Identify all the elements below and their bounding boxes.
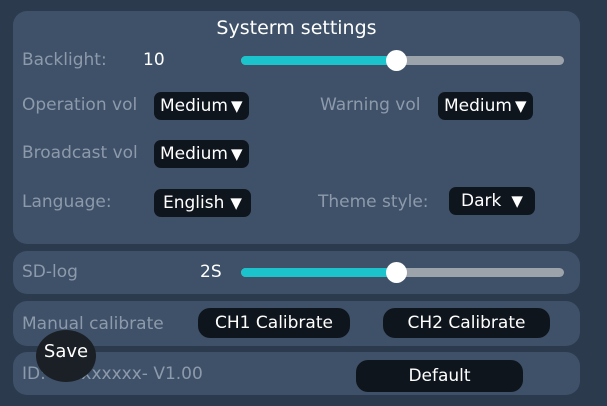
language-label: Language: (22, 192, 112, 212)
sd-log-panel: SD-log 2S (13, 251, 580, 294)
backlight-value: 10 (143, 50, 165, 70)
sd-log-slider-fill (241, 268, 397, 277)
operation-vol-dropdown[interactable]: Medium ▼ (154, 92, 249, 120)
chevron-down-icon: ▼ (514, 97, 527, 115)
chevron-down-icon: ▼ (230, 145, 243, 163)
calibrate-panel: Manual calibrate CH1 Calibrate CH2 Calib… (13, 301, 580, 346)
warning-vol-value: Medium (444, 96, 512, 116)
backlight-slider-handle[interactable] (386, 50, 408, 71)
sd-log-label: SD-log (22, 262, 78, 282)
sd-log-slider-handle[interactable] (386, 262, 408, 283)
ch1-calibrate-button[interactable]: CH1 Calibrate (198, 308, 350, 338)
backlight-label: Backlight: (22, 50, 107, 70)
operation-vol-value: Medium (160, 96, 228, 116)
save-button[interactable]: Save (36, 330, 96, 382)
broadcast-vol-dropdown[interactable]: Medium ▼ (154, 140, 249, 168)
version-panel: ID: xxxxxxxxx- V1.00 Default (13, 352, 580, 395)
chevron-down-icon: ▼ (230, 97, 243, 115)
backlight-slider[interactable] (241, 50, 564, 71)
warning-vol-dropdown[interactable]: Medium ▼ (438, 92, 533, 120)
system-settings-panel: Systerm settings Backlight: 10 Operation… (13, 11, 580, 244)
warning-vol-label: Warning vol (320, 95, 421, 115)
language-dropdown[interactable]: English ▼ (154, 189, 251, 217)
chevron-down-icon: ▼ (511, 192, 523, 210)
default-button[interactable]: Default (356, 360, 523, 392)
calibrate-label: Manual calibrate (22, 314, 164, 334)
page-title: Systerm settings (216, 17, 377, 39)
backlight-slider-fill (241, 56, 397, 65)
broadcast-vol-label: Broadcast vol (22, 143, 138, 163)
theme-style-value: Dark (461, 191, 502, 211)
broadcast-vol-value: Medium (160, 144, 228, 164)
theme-style-dropdown[interactable]: Dark ▼ (449, 187, 535, 215)
theme-style-label: Theme style: (318, 192, 429, 212)
operation-vol-label: Operation vol (22, 95, 138, 115)
sd-log-value: 2S (200, 262, 222, 282)
sd-log-slider[interactable] (241, 262, 564, 283)
language-value: English (163, 193, 225, 213)
ch2-calibrate-button[interactable]: CH2 Calibrate (383, 308, 550, 338)
chevron-down-icon: ▼ (230, 194, 242, 212)
